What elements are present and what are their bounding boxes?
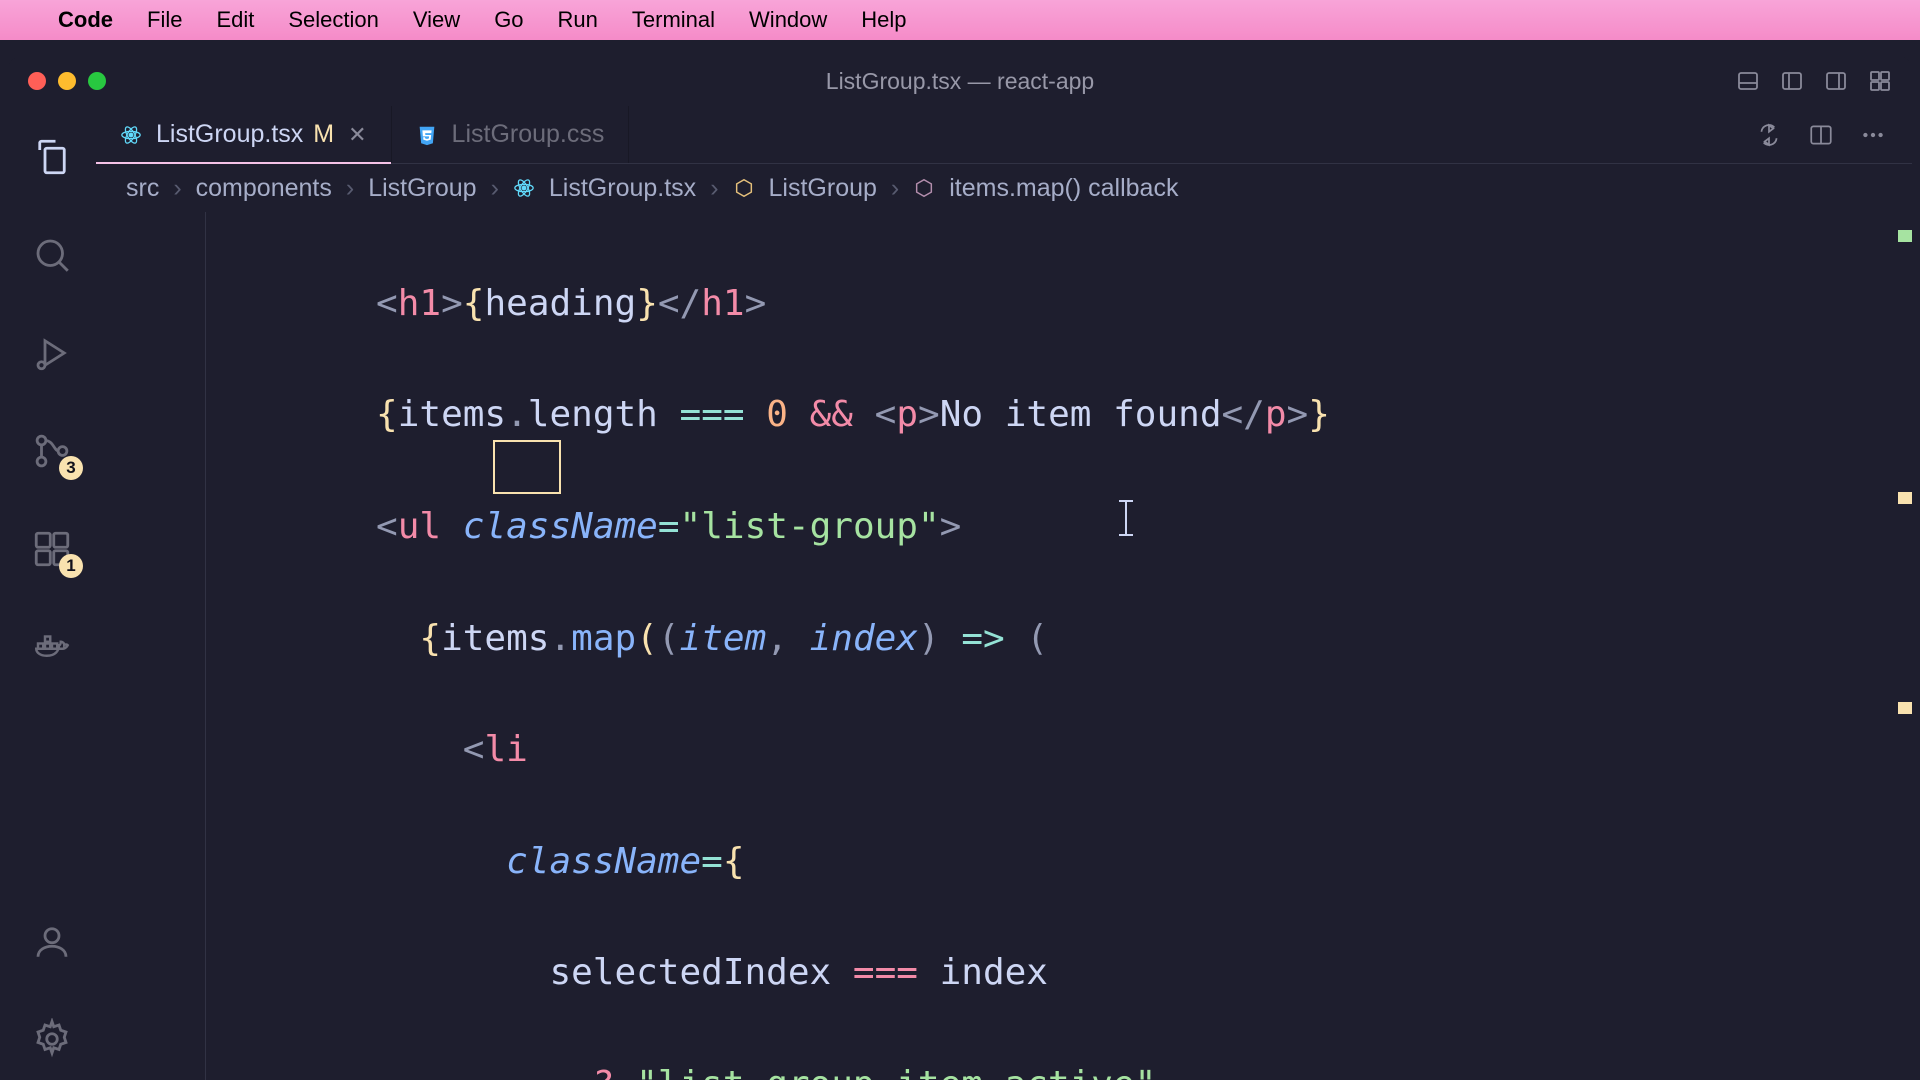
chevron-right-icon: › bbox=[346, 174, 354, 203]
tab-label: ListGroup.css bbox=[452, 120, 605, 149]
tab-listgroup-tsx[interactable]: ListGroup.tsx M ✕ bbox=[96, 106, 392, 163]
symbol-method-icon bbox=[913, 177, 935, 199]
fold-gutter bbox=[206, 212, 246, 1080]
run-debug-icon[interactable] bbox=[31, 332, 73, 374]
chevron-right-icon: › bbox=[710, 174, 718, 203]
scm-badge: 3 bbox=[59, 456, 83, 480]
editor-area: ListGroup.tsx M ✕ ListGroup.css bbox=[96, 106, 1912, 1080]
tab-close-icon[interactable]: ✕ bbox=[348, 122, 366, 148]
tab-bar: ListGroup.tsx M ✕ ListGroup.css bbox=[96, 106, 1912, 164]
split-editor-icon[interactable] bbox=[1808, 122, 1834, 148]
overview-ruler[interactable] bbox=[1892, 212, 1912, 1080]
toggle-panel-icon[interactable] bbox=[1736, 69, 1760, 93]
overview-marker bbox=[1898, 702, 1912, 714]
window-minimize-button[interactable] bbox=[58, 72, 76, 90]
tab-modified-indicator: M bbox=[313, 120, 334, 149]
docker-icon[interactable] bbox=[31, 626, 73, 668]
extensions-icon[interactable]: 1 bbox=[31, 528, 73, 570]
react-file-icon bbox=[120, 124, 142, 146]
tab-label: ListGroup.tsx bbox=[156, 120, 303, 149]
menubar-file[interactable]: File bbox=[147, 7, 182, 33]
overview-marker bbox=[1898, 230, 1912, 242]
menubar-help[interactable]: Help bbox=[861, 7, 906, 33]
toggle-sidebar-left-icon[interactable] bbox=[1780, 69, 1804, 93]
line-number-gutter bbox=[96, 212, 206, 1080]
menubar-go[interactable]: Go bbox=[494, 7, 523, 33]
breadcrumb-segment[interactable]: ListGroup bbox=[368, 174, 476, 203]
breadcrumb-segment[interactable]: ListGroup.tsx bbox=[549, 174, 696, 203]
menubar-window[interactable]: Window bbox=[749, 7, 827, 33]
explorer-icon[interactable] bbox=[31, 136, 73, 178]
settings-gear-icon[interactable] bbox=[31, 1018, 73, 1060]
titlebar-actions bbox=[1736, 69, 1892, 93]
customize-layout-icon[interactable] bbox=[1868, 69, 1892, 93]
macos-menubar: Code File Edit Selection View Go Run Ter… bbox=[0, 0, 1920, 40]
menubar-view[interactable]: View bbox=[413, 7, 460, 33]
window-close-button[interactable] bbox=[28, 72, 46, 90]
breadcrumb-segment[interactable]: components bbox=[196, 174, 332, 203]
menubar-edit[interactable]: Edit bbox=[216, 7, 254, 33]
extensions-badge: 1 bbox=[59, 554, 83, 578]
toggle-sidebar-right-icon[interactable] bbox=[1824, 69, 1848, 93]
code-content[interactable]: <h1>{heading}</h1> {items.length === 0 &… bbox=[246, 212, 1912, 1080]
chevron-right-icon: › bbox=[491, 174, 499, 203]
breadcrumb-segment[interactable]: ListGroup bbox=[769, 174, 877, 203]
source-control-icon[interactable]: 3 bbox=[31, 430, 73, 472]
react-file-icon bbox=[513, 177, 535, 199]
menubar-app-name[interactable]: Code bbox=[58, 7, 113, 33]
tab-listgroup-css[interactable]: ListGroup.css bbox=[392, 106, 630, 163]
breadcrumbs[interactable]: src › components › ListGroup › ListGroup… bbox=[96, 164, 1912, 212]
search-icon[interactable] bbox=[31, 234, 73, 276]
chevron-right-icon: › bbox=[173, 174, 181, 203]
open-changes-icon[interactable] bbox=[1756, 122, 1782, 148]
overview-marker bbox=[1898, 492, 1912, 504]
traffic-lights bbox=[28, 72, 106, 90]
menubar-run[interactable]: Run bbox=[558, 7, 598, 33]
chevron-right-icon: › bbox=[891, 174, 899, 203]
menubar-selection[interactable]: Selection bbox=[288, 7, 379, 33]
code-editor[interactable]: <h1>{heading}</h1> {items.length === 0 &… bbox=[96, 212, 1912, 1080]
accounts-icon[interactable] bbox=[31, 920, 73, 962]
titlebar: ListGroup.tsx — react-app bbox=[8, 56, 1912, 106]
breadcrumb-segment[interactable]: src bbox=[126, 174, 159, 203]
symbol-class-icon bbox=[733, 177, 755, 199]
css-file-icon bbox=[416, 124, 438, 146]
breadcrumb-segment[interactable]: items.map() callback bbox=[949, 174, 1178, 203]
vscode-window: ListGroup.tsx — react-app bbox=[8, 56, 1912, 1080]
editor-actions bbox=[1730, 106, 1912, 163]
window-maximize-button[interactable] bbox=[88, 72, 106, 90]
window-title: ListGroup.tsx — react-app bbox=[826, 68, 1094, 95]
menubar-terminal[interactable]: Terminal bbox=[632, 7, 715, 33]
text-cursor-selection bbox=[493, 440, 561, 494]
more-actions-icon[interactable] bbox=[1860, 122, 1886, 148]
activity-bar: 3 1 bbox=[8, 106, 96, 1080]
